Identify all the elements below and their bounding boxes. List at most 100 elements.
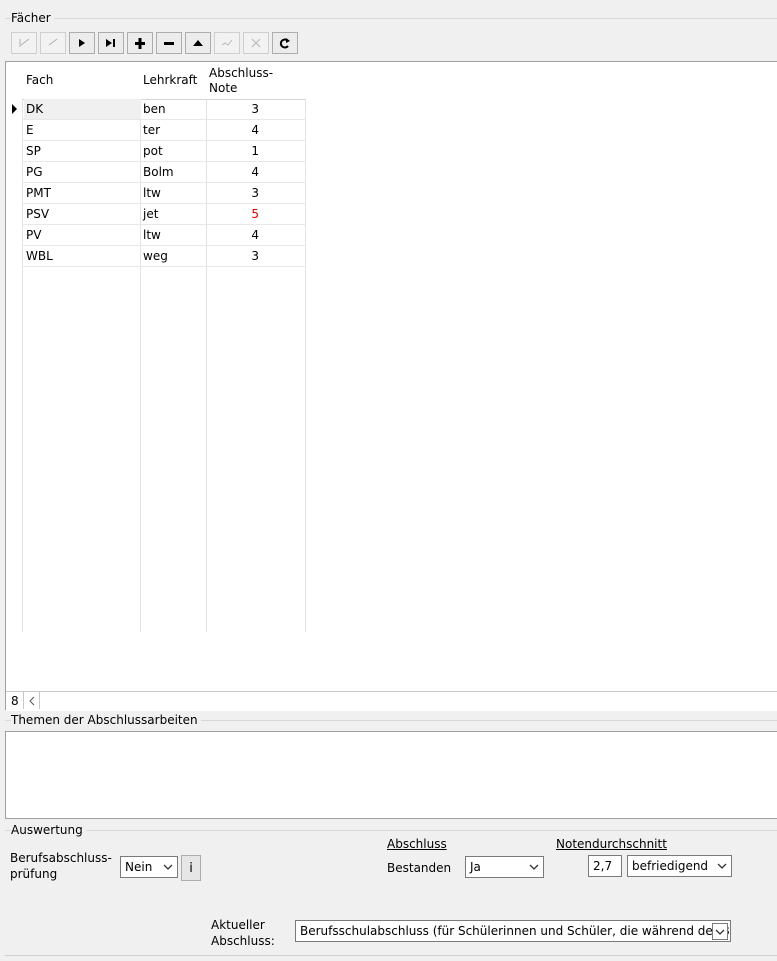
aktueller-abschluss-label: Aktueller Abschluss: bbox=[211, 917, 275, 949]
notendurchschnitt-input[interactable]: 2,7 bbox=[588, 855, 622, 877]
notendurchschnitt-select[interactable]: befriedigend bbox=[627, 855, 732, 877]
table-row[interactable]: SP pot 1 bbox=[6, 141, 306, 162]
table-row[interactable]: DK ben 3 bbox=[6, 99, 306, 120]
row-indicator[interactable] bbox=[6, 162, 22, 183]
berufsabschluss-value: Nein bbox=[125, 860, 153, 874]
aktueller-abschluss-value: Berufsschulabschluss (für Schülerinnen u… bbox=[300, 924, 731, 938]
record-navigator-toolbar bbox=[11, 32, 298, 56]
triangle-up-icon bbox=[193, 40, 203, 46]
berufsabschluss-label: Berufsabschluss- prüfung bbox=[10, 850, 112, 882]
cell-note[interactable]: 3 bbox=[206, 246, 305, 266]
auswertung-divider bbox=[5, 830, 777, 831]
chevron-down-icon bbox=[161, 860, 175, 874]
cancel-record-button[interactable] bbox=[243, 32, 269, 54]
cell-fach[interactable]: PSV bbox=[24, 204, 141, 224]
column-header-fach[interactable]: Fach bbox=[22, 62, 140, 99]
table-row[interactable]: Eter 4 bbox=[6, 120, 306, 141]
cell-fach[interactable]: PV bbox=[24, 225, 141, 245]
chevron-down-icon bbox=[712, 923, 728, 940]
prior-record-button[interactable] bbox=[40, 32, 66, 54]
faecher-grid[interactable]: Fach Lehrkraft Abschluss- Note DK ben 3 Ete… bbox=[5, 61, 777, 711]
cell-fach[interactable]: E bbox=[24, 120, 141, 140]
edit-record-button[interactable] bbox=[185, 32, 211, 54]
cell-lehrkraft[interactable]: weg bbox=[140, 246, 208, 266]
cell-lehrkraft[interactable]: pot bbox=[140, 141, 208, 161]
current-row-icon bbox=[12, 104, 17, 114]
row-indicator[interactable] bbox=[6, 141, 22, 162]
prior-icon bbox=[48, 38, 58, 46]
cell-note[interactable]: 3 bbox=[206, 99, 305, 119]
row-indicator[interactable] bbox=[6, 225, 22, 246]
themen-section-label: Themen der Abschlussarbeiten bbox=[11, 713, 201, 727]
row-indicator[interactable] bbox=[6, 99, 22, 120]
aktueller-abschluss-select[interactable]: Berufsschulabschluss (für Schülerinnen u… bbox=[295, 920, 731, 942]
cell-note[interactable]: 4 bbox=[206, 225, 305, 245]
delete-record-button[interactable] bbox=[156, 32, 182, 54]
notendurchschnitt-text: befriedigend bbox=[632, 859, 709, 873]
next-record-button[interactable] bbox=[69, 32, 95, 54]
scroll-left-button[interactable] bbox=[23, 692, 40, 709]
cell-note[interactable]: 1 bbox=[206, 141, 305, 161]
bestanden-select[interactable]: Ja bbox=[465, 856, 544, 878]
themen-textarea[interactable] bbox=[5, 731, 777, 819]
chevron-down-icon bbox=[715, 859, 729, 873]
faecher-divider bbox=[5, 18, 777, 19]
auswertung-section-label: Auswertung bbox=[11, 823, 86, 837]
berufsabschluss-label-line2: prüfung bbox=[10, 867, 58, 881]
cell-lehrkraft[interactable]: Bolm bbox=[140, 162, 208, 182]
table-row[interactable]: PG Bolm 4 bbox=[6, 162, 306, 183]
chevron-left-icon bbox=[28, 696, 34, 705]
bottom-divider bbox=[5, 955, 777, 956]
grid-header: Fach Lehrkraft Abschluss- Note bbox=[6, 62, 306, 100]
table-row[interactable]: PSV jet 5 bbox=[6, 204, 306, 225]
aktueller-label-line1: Aktueller bbox=[211, 918, 265, 932]
last-record-button[interactable] bbox=[98, 32, 124, 54]
row-indicator[interactable] bbox=[6, 204, 22, 225]
berufsabschluss-select[interactable]: Nein bbox=[120, 856, 178, 878]
table-row[interactable]: PMT ltw 3 bbox=[6, 183, 306, 204]
table-row[interactable]: PV ltw 4 bbox=[6, 225, 306, 246]
cell-fach[interactable]: SP bbox=[24, 141, 141, 161]
notendurchschnitt-heading: Notendurchschnitt bbox=[556, 837, 667, 851]
info-button[interactable]: i bbox=[181, 855, 201, 881]
cell-lehrkraft[interactable]: jet bbox=[140, 204, 208, 224]
cell-lehrkraft[interactable]: ter bbox=[140, 120, 208, 140]
check-icon bbox=[221, 39, 233, 46]
cell-note[interactable]: 3 bbox=[206, 183, 305, 203]
column-header-lehrkraft[interactable]: Lehrkraft bbox=[140, 62, 206, 99]
chevron-down-icon bbox=[527, 860, 541, 874]
plus-icon bbox=[135, 38, 145, 49]
table-row[interactable]: WBL weg 3 bbox=[6, 246, 306, 267]
cell-lehrkraft[interactable]: ltw bbox=[140, 225, 208, 245]
first-icon bbox=[19, 38, 30, 47]
refresh-button[interactable] bbox=[272, 32, 298, 54]
berufsabschluss-label-line1: Berufsabschluss- bbox=[10, 851, 112, 865]
abschluss-heading: Abschluss bbox=[387, 837, 447, 851]
row-indicator[interactable] bbox=[6, 246, 22, 267]
column-header-abschluss-note[interactable]: Abschluss- Note bbox=[206, 62, 305, 99]
record-count: 8 bbox=[11, 694, 19, 708]
cell-note[interactable]: 4 bbox=[206, 120, 305, 140]
cell-fach[interactable]: WBL bbox=[24, 246, 141, 266]
bestanden-value: Ja bbox=[470, 860, 481, 874]
cell-note[interactable]: 5 bbox=[206, 204, 305, 224]
grid-footer: 8 bbox=[6, 691, 777, 711]
cell-fach[interactable]: PMT bbox=[24, 183, 141, 203]
first-record-button[interactable] bbox=[11, 32, 37, 54]
cross-icon bbox=[251, 38, 261, 48]
cell-lehrkraft[interactable]: ltw bbox=[140, 183, 208, 203]
post-record-button[interactable] bbox=[214, 32, 240, 54]
cell-lehrkraft[interactable]: ben bbox=[140, 99, 208, 119]
faecher-section-label: Fächer bbox=[11, 11, 54, 25]
aktueller-label-line2: Abschluss: bbox=[211, 934, 275, 948]
insert-record-button[interactable] bbox=[127, 32, 153, 54]
row-indicator[interactable] bbox=[6, 120, 22, 141]
next-icon bbox=[79, 39, 85, 47]
cell-note[interactable]: 4 bbox=[206, 162, 305, 182]
row-indicator[interactable] bbox=[6, 183, 22, 204]
bestanden-label: Bestanden bbox=[387, 861, 452, 875]
cell-fach[interactable]: DK bbox=[24, 99, 141, 119]
refresh-icon bbox=[279, 38, 290, 49]
cell-fach[interactable]: PG bbox=[24, 162, 141, 182]
minus-icon bbox=[164, 42, 174, 45]
